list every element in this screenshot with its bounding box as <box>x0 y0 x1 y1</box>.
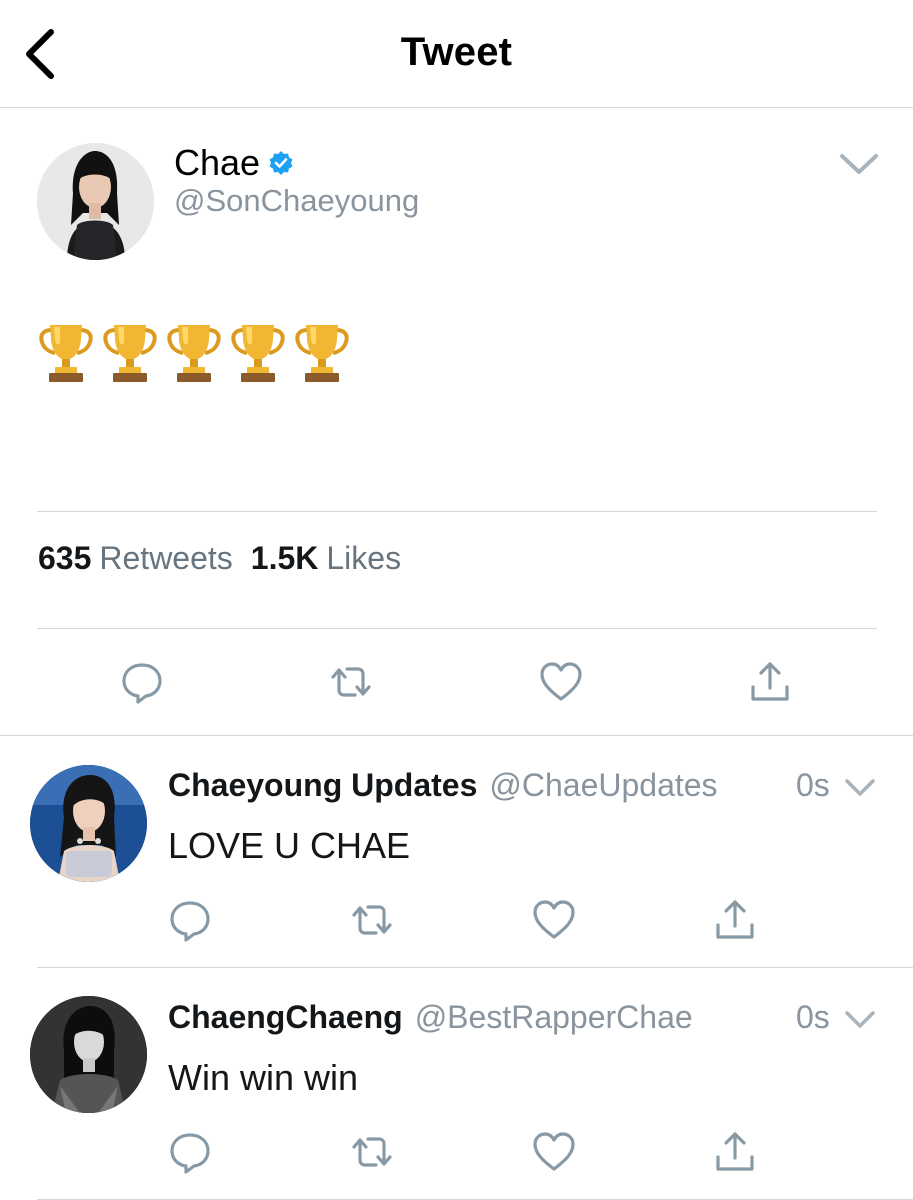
reply-icon <box>170 901 210 942</box>
verified-badge-icon <box>269 151 293 175</box>
reply-author-handle[interactable]: @BestRapperChae <box>415 999 693 1036</box>
reply-author-name[interactable]: ChaengChaeng <box>168 999 403 1036</box>
divider <box>0 735 913 736</box>
reply-icon <box>170 1133 210 1174</box>
retweet-icon <box>331 667 371 697</box>
divider <box>37 628 877 629</box>
reply-timestamp: 0s <box>796 999 830 1035</box>
share-button[interactable] <box>740 652 800 712</box>
heart-icon <box>533 1132 575 1171</box>
reply-button[interactable] <box>160 1122 220 1182</box>
trophy-icon <box>167 325 221 382</box>
retweet-button[interactable] <box>342 1122 402 1182</box>
author-handle[interactable]: @SonChaeyoung <box>174 183 419 219</box>
share-icon <box>716 900 754 939</box>
share-icon <box>751 662 789 701</box>
trophy-icon <box>231 325 285 382</box>
reply-text: LOVE U CHAE <box>168 825 411 866</box>
likes-count[interactable]: 1.5K <box>251 540 319 577</box>
heart-icon <box>533 900 575 939</box>
retweet-icon <box>352 1137 392 1167</box>
reply-button[interactable] <box>160 890 220 950</box>
reply-avatar[interactable] <box>30 996 147 1113</box>
divider <box>37 967 913 968</box>
reply-text: Win win win <box>168 1057 359 1098</box>
reply-header: Chaeyoung Updates @ChaeUpdates <box>168 767 718 804</box>
reply-avatar[interactable] <box>30 765 147 882</box>
chevron-down-icon[interactable] <box>838 148 880 178</box>
retweets-label[interactable]: Retweets <box>99 540 232 577</box>
chevron-down-icon[interactable] <box>844 1008 876 1030</box>
like-button[interactable] <box>524 890 584 950</box>
trophy-icon <box>103 325 157 382</box>
share-button[interactable] <box>705 890 765 950</box>
share-button[interactable] <box>705 1122 765 1182</box>
retweet-button[interactable] <box>342 890 402 950</box>
reply-timestamp: 0s <box>796 767 830 803</box>
like-button[interactable] <box>531 652 591 712</box>
reply-button[interactable] <box>112 652 172 712</box>
reply-author-name[interactable]: Chaeyoung Updates <box>168 767 477 804</box>
heart-icon <box>540 662 582 701</box>
author-name-row[interactable]: Chae <box>174 142 294 184</box>
retweet-button[interactable] <box>321 652 381 712</box>
likes-label[interactable]: Likes <box>326 540 401 577</box>
divider <box>37 511 877 512</box>
top-bar: Tweet <box>0 0 913 108</box>
tweet-content <box>38 322 350 386</box>
reply-icon <box>122 663 162 704</box>
trophy-icon <box>39 325 93 382</box>
like-button[interactable] <box>524 1122 584 1182</box>
share-icon <box>716 1132 754 1171</box>
tweet-stats: 635 Retweets 1.5K Likes <box>38 540 419 577</box>
page-title: Tweet <box>400 30 513 74</box>
trophy-icon <box>295 325 349 382</box>
reply-author-handle[interactable]: @ChaeUpdates <box>489 767 717 804</box>
author-name: Chae <box>174 142 261 183</box>
reply-header: ChaengChaeng @BestRapperChae <box>168 999 693 1036</box>
retweets-count[interactable]: 635 <box>38 540 91 577</box>
author-avatar[interactable] <box>37 143 154 260</box>
chevron-down-icon[interactable] <box>844 776 876 798</box>
retweet-icon <box>352 905 392 935</box>
